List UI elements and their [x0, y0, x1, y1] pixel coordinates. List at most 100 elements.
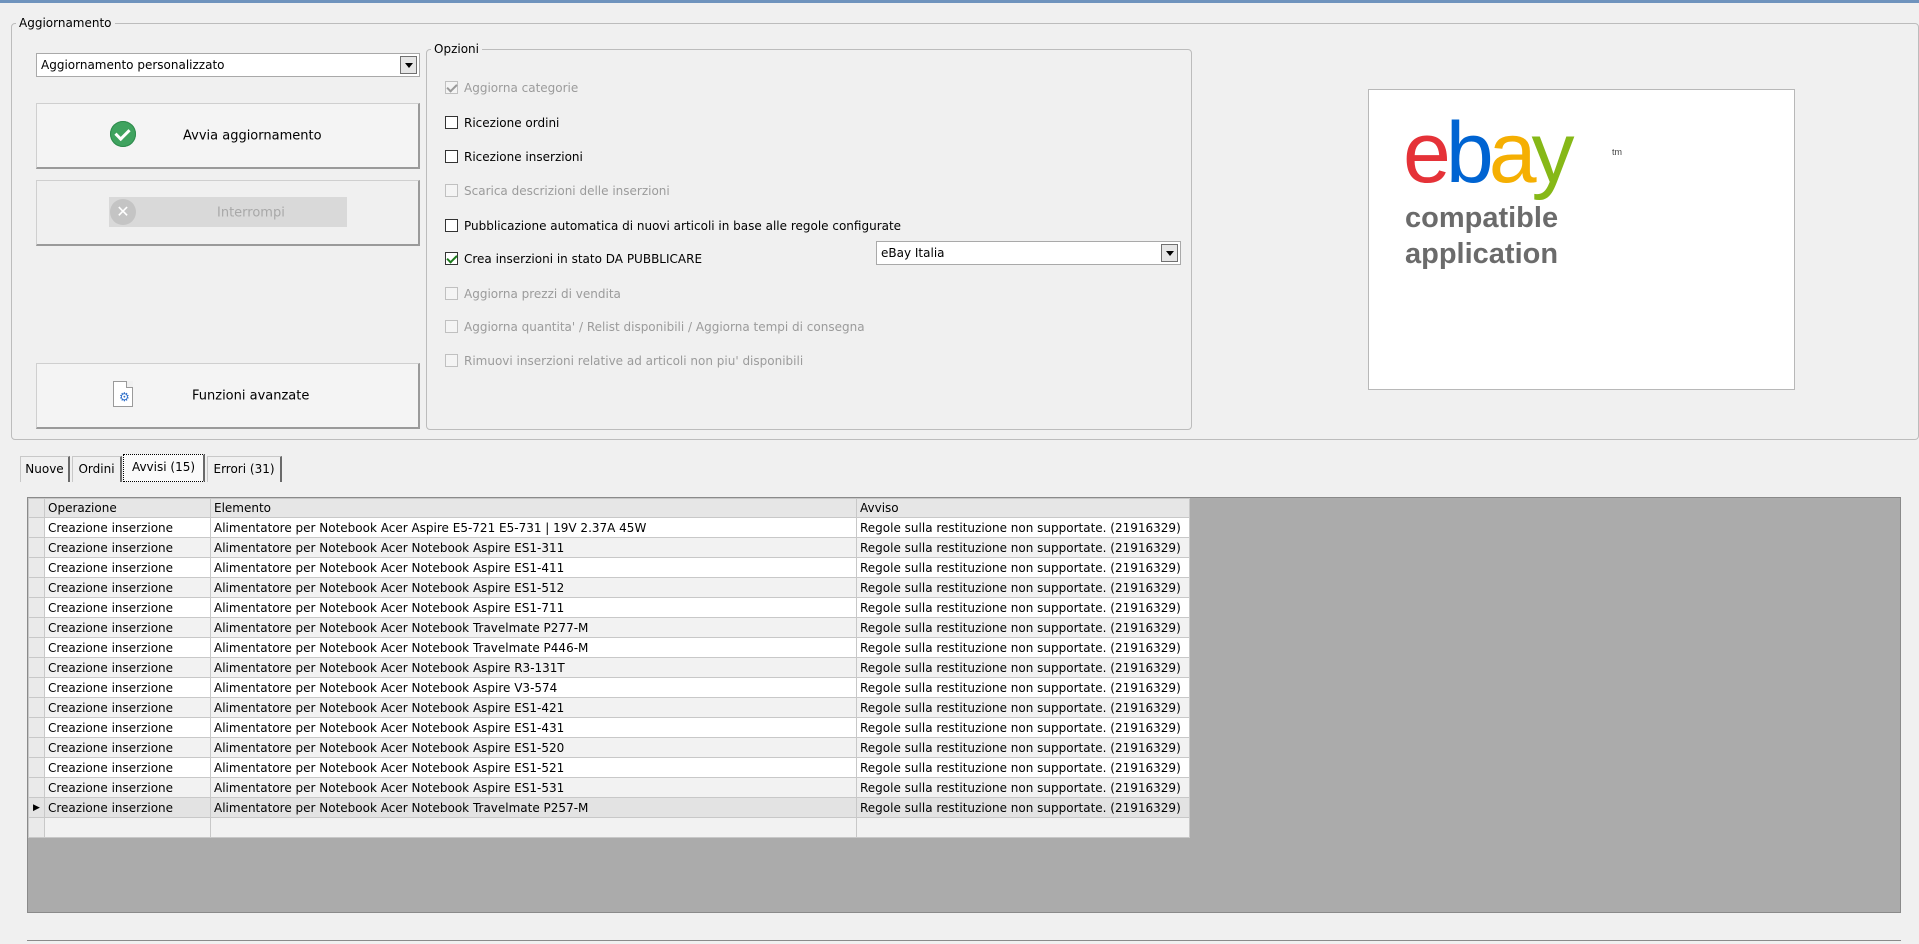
empty-cell[interactable] — [210, 817, 857, 838]
cell-elemento[interactable]: Alimentatore per Notebook Acer Notebook … — [210, 737, 857, 758]
row-selector[interactable] — [28, 697, 45, 718]
cell-operazione[interactable]: Creazione inserzione — [44, 637, 211, 658]
cell-avviso[interactable]: Regole sulla restituzione non supportate… — [856, 677, 1190, 698]
table-row[interactable]: Creazione inserzione Alimentatore per Not… — [28, 517, 1190, 538]
empty-cell[interactable] — [28, 817, 45, 838]
cell-operazione[interactable]: Creazione inserzione — [44, 597, 211, 618]
table-row[interactable]: Creazione inserzione Alimentatore per Not… — [28, 637, 1190, 658]
table-row[interactable]: Creazione inserzione Alimentatore per Not… — [28, 657, 1190, 678]
cell-elemento[interactable]: Alimentatore per Notebook Acer Aspire E5… — [210, 517, 857, 538]
table-row[interactable]: Creazione inserzione Alimentatore per Not… — [28, 617, 1190, 638]
table-row[interactable]: ▶ Creazione inserzione Alimentatore per No… — [28, 797, 1190, 818]
row-selector[interactable] — [28, 757, 45, 778]
cell-operazione[interactable]: Creazione inserzione — [44, 717, 211, 738]
row-selector[interactable] — [28, 617, 45, 638]
column-header-avviso[interactable]: Avviso — [856, 498, 1190, 518]
checkbox[interactable] — [445, 354, 458, 367]
row-selector[interactable] — [28, 517, 45, 538]
checkbox[interactable] — [445, 320, 458, 333]
tab-errori[interactable]: Errori (31) — [207, 456, 282, 482]
table-row[interactable]: Creazione inserzione Alimentatore per Not… — [28, 537, 1190, 558]
cell-avviso[interactable]: Regole sulla restituzione non supportate… — [856, 577, 1190, 598]
cell-avviso[interactable]: Regole sulla restituzione non supportate… — [856, 797, 1190, 818]
cell-avviso[interactable]: Regole sulla restituzione non supportate… — [856, 537, 1190, 558]
table-row[interactable]: Creazione inserzione Alimentatore per Not… — [28, 697, 1190, 718]
chevron-down-icon[interactable] — [1161, 244, 1178, 262]
start-update-button[interactable]: Avvia aggiornamento — [36, 103, 420, 169]
current-row-arrow-icon[interactable]: ▶ — [28, 797, 45, 818]
tab-avvisi[interactable]: Avvisi (15) — [123, 454, 205, 482]
advanced-functions-button[interactable]: ⚙ Funzioni avanzate — [36, 363, 420, 429]
cell-operazione[interactable]: Creazione inserzione — [44, 737, 211, 758]
cell-elemento[interactable]: Alimentatore per Notebook Acer Notebook … — [210, 717, 857, 738]
cell-operazione[interactable]: Creazione inserzione — [44, 757, 211, 778]
cell-operazione[interactable]: Creazione inserzione — [44, 797, 211, 818]
cell-elemento[interactable]: Alimentatore per Notebook Acer Notebook … — [210, 777, 857, 798]
table-new-row[interactable] — [28, 817, 1190, 838]
stop-button[interactable]: ✕ Interrompi — [36, 180, 420, 246]
checkbox[interactable] — [445, 287, 458, 300]
cell-operazione[interactable]: Creazione inserzione — [44, 577, 211, 598]
cell-elemento[interactable]: Alimentatore per Notebook Acer Notebook … — [210, 597, 857, 618]
row-selector[interactable] — [28, 657, 45, 678]
checkbox[interactable] — [445, 116, 458, 129]
cell-avviso[interactable]: Regole sulla restituzione non supportate… — [856, 717, 1190, 738]
cell-avviso[interactable]: Regole sulla restituzione non supportate… — [856, 597, 1190, 618]
row-selector[interactable] — [28, 777, 45, 798]
cell-operazione[interactable]: Creazione inserzione — [44, 517, 211, 538]
cell-elemento[interactable]: Alimentatore per Notebook Acer Notebook … — [210, 697, 857, 718]
row-selector[interactable] — [28, 717, 45, 738]
row-selector[interactable] — [28, 737, 45, 758]
cell-elemento[interactable]: Alimentatore per Notebook Acer Notebook … — [210, 577, 857, 598]
cell-avviso[interactable]: Regole sulla restituzione non supportate… — [856, 757, 1190, 778]
row-selector[interactable] — [28, 557, 45, 578]
cell-avviso[interactable]: Regole sulla restituzione non supportate… — [856, 637, 1190, 658]
cell-operazione[interactable]: Creazione inserzione — [44, 537, 211, 558]
cell-elemento[interactable]: Alimentatore per Notebook Acer Notebook … — [210, 557, 857, 578]
ebay-site-select[interactable]: eBay Italia — [876, 241, 1181, 265]
cell-elemento[interactable]: Alimentatore per Notebook Acer Notebook … — [210, 657, 857, 678]
cell-operazione[interactable]: Creazione inserzione — [44, 697, 211, 718]
cell-avviso[interactable]: Regole sulla restituzione non supportate… — [856, 657, 1190, 678]
checkbox[interactable] — [445, 219, 458, 232]
cell-avviso[interactable]: Regole sulla restituzione non supportate… — [856, 557, 1190, 578]
row-selector[interactable] — [28, 637, 45, 658]
cell-avviso[interactable]: Regole sulla restituzione non supportate… — [856, 517, 1190, 538]
column-header-elemento[interactable]: Elemento — [210, 498, 857, 518]
table-row[interactable]: Creazione inserzione Alimentatore per Not… — [28, 597, 1190, 618]
cell-elemento[interactable]: Alimentatore per Notebook Acer Notebook … — [210, 757, 857, 778]
cell-elemento[interactable]: Alimentatore per Notebook Acer Notebook … — [210, 637, 857, 658]
empty-cell[interactable] — [44, 817, 211, 838]
checkbox[interactable] — [445, 81, 458, 94]
row-selector[interactable] — [28, 537, 45, 558]
cell-elemento[interactable]: Alimentatore per Notebook Acer Notebook … — [210, 797, 857, 818]
cell-elemento[interactable]: Alimentatore per Notebook Acer Notebook … — [210, 617, 857, 638]
column-header-operazione[interactable]: Operazione — [44, 498, 211, 518]
chevron-down-icon[interactable] — [400, 56, 417, 74]
tab-nuove[interactable]: Nuove — [20, 456, 70, 482]
empty-cell[interactable] — [856, 817, 1190, 838]
table-row[interactable]: Creazione inserzione Alimentatore per Not… — [28, 677, 1190, 698]
table-row[interactable]: Creazione inserzione Alimentatore per Not… — [28, 557, 1190, 578]
cell-operazione[interactable]: Creazione inserzione — [44, 557, 211, 578]
table-row[interactable]: Creazione inserzione Alimentatore per Not… — [28, 777, 1190, 798]
cell-elemento[interactable]: Alimentatore per Notebook Acer Notebook … — [210, 677, 857, 698]
row-selector[interactable] — [28, 677, 45, 698]
tab-ordini[interactable]: Ordini — [72, 456, 122, 482]
table-row[interactable]: Creazione inserzione Alimentatore per Not… — [28, 717, 1190, 738]
row-selector[interactable] — [28, 577, 45, 598]
row-selector[interactable] — [28, 597, 45, 618]
checkbox[interactable] — [445, 252, 458, 265]
table-row[interactable]: Creazione inserzione Alimentatore per Not… — [28, 757, 1190, 778]
update-mode-select[interactable]: Aggiornamento personalizzato — [36, 53, 420, 77]
warnings-grid[interactable]: Operazione Elemento Avviso Creazione ins… — [27, 497, 1901, 913]
cell-avviso[interactable]: Regole sulla restituzione non supportate… — [856, 617, 1190, 638]
cell-avviso[interactable]: Regole sulla restituzione non supportate… — [856, 697, 1190, 718]
cell-operazione[interactable]: Creazione inserzione — [44, 777, 211, 798]
cell-elemento[interactable]: Alimentatore per Notebook Acer Notebook … — [210, 537, 857, 558]
checkbox[interactable] — [445, 184, 458, 197]
cell-operazione[interactable]: Creazione inserzione — [44, 657, 211, 678]
cell-operazione[interactable]: Creazione inserzione — [44, 677, 211, 698]
checkbox[interactable] — [445, 150, 458, 163]
cell-avviso[interactable]: Regole sulla restituzione non supportate… — [856, 737, 1190, 758]
